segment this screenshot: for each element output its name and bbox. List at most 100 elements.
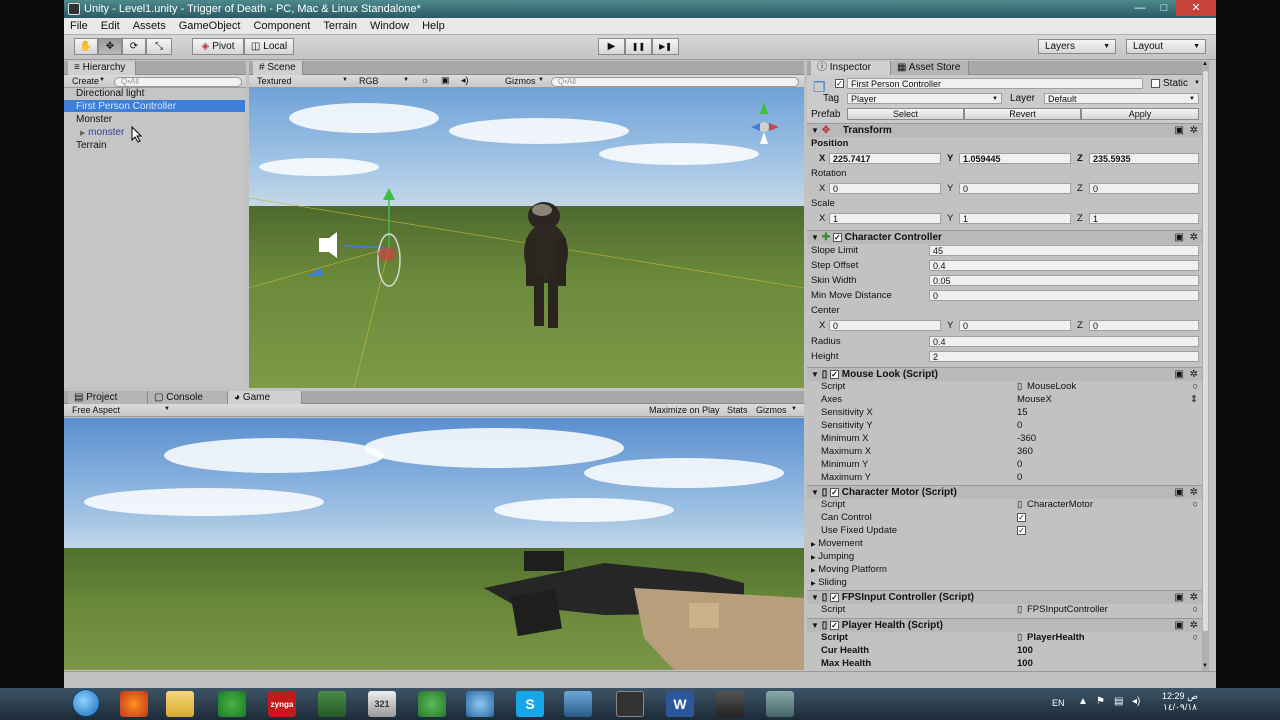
can-control-checkbox[interactable]: ✓ (1017, 513, 1026, 522)
foldout-sliding[interactable]: ▶ Sliding (807, 576, 1202, 589)
scrollbar-thumb[interactable] (1203, 71, 1208, 631)
scroll-down-icon[interactable]: ▼ (1202, 663, 1208, 669)
notepad-icon[interactable] (318, 691, 346, 717)
chevron-down-icon[interactable]: ▼ (1194, 80, 1200, 86)
minimum-x-field[interactable]: -360 (1017, 432, 1036, 446)
skype-icon[interactable]: S (516, 691, 544, 717)
layer-dropdown[interactable]: Default ▼ (1044, 93, 1199, 104)
maximum-x-field[interactable]: 360 (1017, 445, 1033, 459)
maximum-y-field[interactable]: 0 (1017, 471, 1022, 485)
character-motor-header[interactable]: ▼ ▯ ✓ Character Motor (Script) ▣ ✲ (807, 485, 1202, 499)
tab-project[interactable]: ▤ Project (68, 391, 148, 405)
hierarchy-item-terrain[interactable]: Terrain (76, 139, 107, 152)
start-button[interactable] (72, 689, 100, 717)
tray-network-icon[interactable]: ▤ (1114, 696, 1123, 707)
prefab-apply-button[interactable]: Apply (1081, 108, 1199, 120)
game-viewport[interactable] (64, 418, 804, 670)
menu-help[interactable]: Help (422, 20, 445, 32)
play-button[interactable]: ▶ (598, 38, 625, 55)
center-z-field[interactable]: 0 (1089, 320, 1199, 331)
mouse-look-header[interactable]: ▼ ▯ ✓ Mouse Look (Script) ▣ ✲ (807, 367, 1202, 381)
tab-game[interactable]: ◕ Game (228, 391, 302, 405)
render-mode-dropdown[interactable]: Textured (257, 76, 292, 86)
scale-z-field[interactable]: 1 (1089, 213, 1199, 224)
position-x-field[interactable]: 225.7417 (829, 153, 941, 164)
player-health-header[interactable]: ▼ ▯ ✓ Player Health (Script) ▣ ✲ (807, 618, 1202, 632)
move-tool-icon[interactable]: ✥ (98, 38, 122, 55)
hierarchy-item-monster-child[interactable]: ▶ monster (80, 126, 124, 139)
slope-limit-field[interactable]: 45 (929, 245, 1199, 256)
tab-asset-store[interactable]: ▦ Asset Store (891, 61, 969, 75)
cur-health-field[interactable]: 100 (1017, 644, 1033, 658)
tab-scene[interactable]: # Scene (253, 61, 303, 75)
pause-button[interactable]: ❚❚ (625, 38, 652, 55)
clock[interactable]: 12:29 ص ١٤/٠٩/١٨ (1150, 691, 1210, 713)
object-picker-icon[interactable]: ○ (1192, 631, 1198, 645)
inspector-scrollbar[interactable]: ▲ ▼ (1202, 61, 1209, 671)
scene-orientation-gizmo-icon[interactable] (729, 100, 789, 160)
lighting-toggle-icon[interactable]: ☼ (421, 75, 429, 85)
menu-component[interactable]: Component (253, 20, 310, 32)
hierarchy-item-first-person-controller[interactable]: First Person Controller (64, 100, 245, 112)
tray-volume-icon[interactable]: ◂) (1132, 696, 1140, 707)
transform-header[interactable]: ▼ ✥ Transform ▣ ✲ (807, 123, 1202, 137)
step-button[interactable]: ▶❚ (652, 38, 679, 55)
radius-field[interactable]: 0.4 (929, 336, 1199, 347)
local-toggle[interactable]: ◫ Local (244, 38, 294, 55)
maximize-button[interactable]: □ (1152, 0, 1176, 16)
image-toggle-icon[interactable]: ▣ (441, 75, 450, 86)
center-y-field[interactable]: 0 (959, 320, 1071, 331)
script-value[interactable]: MouseLook (1027, 380, 1076, 394)
word-icon[interactable]: W (666, 691, 694, 717)
character-motor-enabled-checkbox[interactable]: ✓ (830, 487, 839, 497)
player-health-enabled-checkbox[interactable]: ✓ (830, 620, 839, 630)
object-name-field[interactable]: First Person Controller (847, 78, 1143, 89)
hierarchy-item-directional-light[interactable]: Directional light (76, 87, 144, 100)
tab-inspector[interactable]: ⓘ Inspector (811, 61, 891, 75)
scene-search-input[interactable]: Q•All (551, 77, 799, 87)
script-value[interactable]: CharacterMotor (1027, 498, 1093, 512)
scale-y-field[interactable]: 1 (959, 213, 1071, 224)
foldout-movement[interactable]: ▶ Movement (807, 537, 1202, 550)
hierarchy-item-monster[interactable]: Monster (76, 113, 112, 126)
menu-window[interactable]: Window (370, 20, 409, 32)
active-checkbox[interactable]: ✓ (835, 79, 844, 88)
app-icon[interactable] (716, 691, 744, 717)
sensitivity-x-field[interactable]: 15 (1017, 406, 1028, 420)
script-value[interactable]: PlayerHealth (1027, 631, 1085, 645)
menu-gameobject[interactable]: GameObject (179, 20, 241, 32)
menu-terrain[interactable]: Terrain (323, 20, 357, 32)
tray-flag-icon[interactable]: ⚑ (1096, 696, 1105, 707)
min-move-field[interactable]: 0 (929, 290, 1199, 301)
audio-toggle-icon[interactable]: ◂) (461, 75, 469, 86)
scroll-up-icon[interactable]: ▲ (1202, 61, 1208, 67)
rotate-tool-icon[interactable]: ⟳ (122, 38, 146, 55)
position-z-field[interactable]: 235.5935 (1089, 153, 1199, 164)
static-checkbox[interactable] (1151, 79, 1160, 88)
minimum-y-field[interactable]: 0 (1017, 458, 1022, 472)
app2-icon[interactable] (766, 691, 794, 717)
calendar-icon[interactable]: 321 (368, 691, 396, 717)
axes-dropdown[interactable]: MouseX (1017, 393, 1052, 407)
tab-hierarchy[interactable]: ≡ Hierarchy (68, 61, 136, 75)
object-picker-icon[interactable]: ○ (1192, 603, 1198, 617)
maximize-on-play-toggle[interactable]: Maximize on Play (649, 405, 720, 415)
network-icon[interactable] (564, 691, 592, 717)
menu-assets[interactable]: Assets (133, 20, 166, 32)
character-controller-header[interactable]: ▼ ✚ ✓ Character Controller ▣ ✲ (807, 230, 1202, 244)
object-picker-icon[interactable]: ○ (1192, 380, 1198, 394)
scale-x-field[interactable]: 1 (829, 213, 941, 224)
use-fixed-update-checkbox[interactable]: ✓ (1017, 526, 1026, 535)
sensitivity-y-field[interactable]: 0 (1017, 419, 1022, 433)
prefab-select-button[interactable]: Select (847, 108, 964, 120)
scene-gizmos-dropdown[interactable]: Gizmos (505, 76, 536, 86)
create-dropdown[interactable]: Create (72, 76, 99, 86)
tag-dropdown[interactable]: Player ▼ (847, 93, 1002, 104)
itunes-icon[interactable] (466, 691, 494, 717)
character-controller-enabled-checkbox[interactable]: ✓ (832, 232, 842, 242)
rotation-z-field[interactable]: 0 (1089, 183, 1199, 194)
rotation-x-field[interactable]: 0 (829, 183, 941, 194)
script-value[interactable]: FPSInputController (1027, 603, 1108, 617)
foldout-jumping[interactable]: ▶ Jumping (807, 550, 1202, 563)
folder-icon[interactable] (166, 691, 194, 717)
